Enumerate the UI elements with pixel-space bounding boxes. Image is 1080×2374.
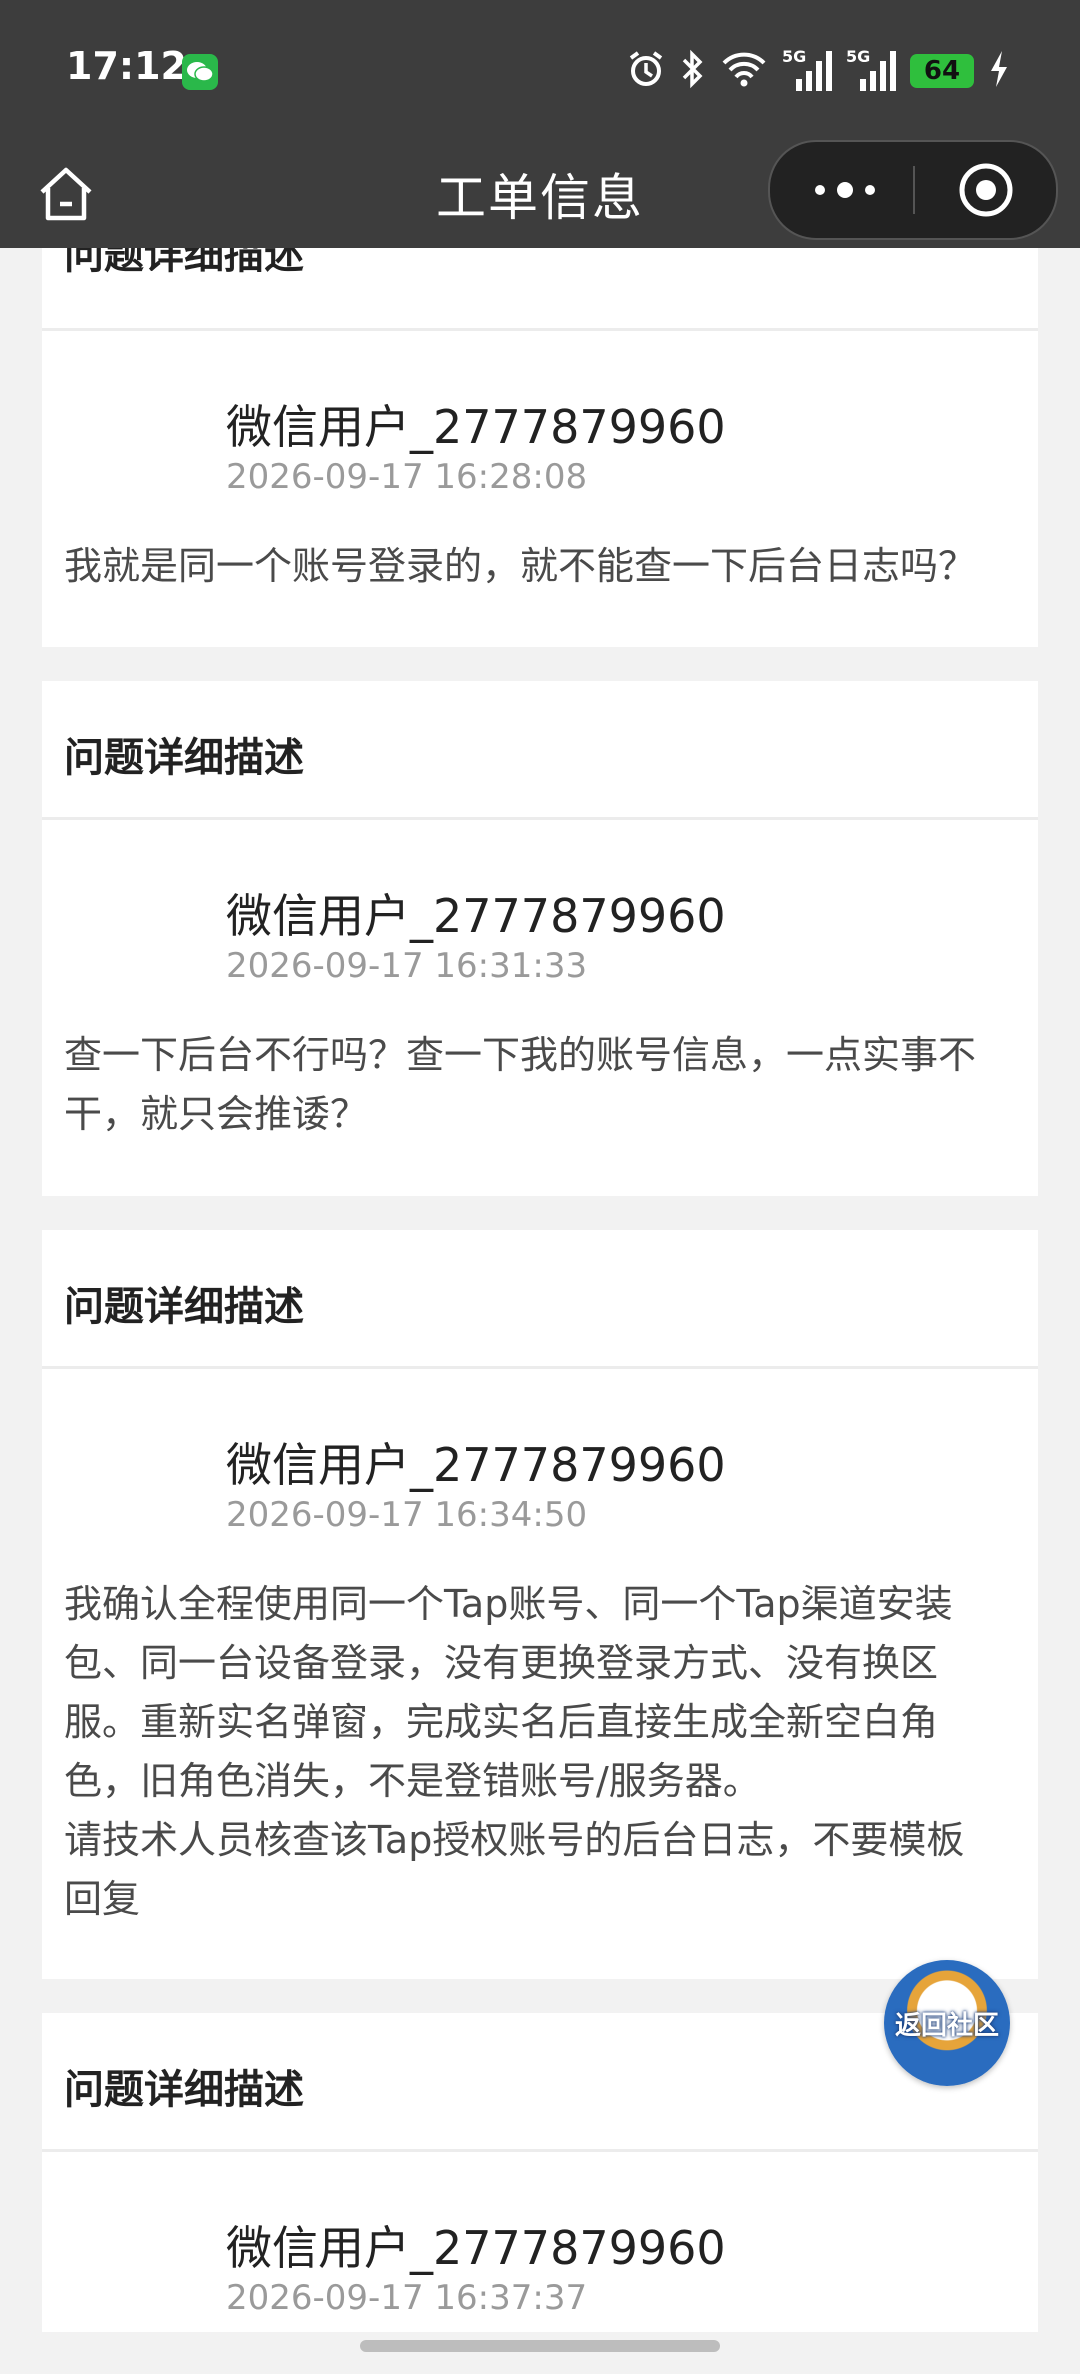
message-text: 查一下后台不行吗？查一下我的账号信息，一点实事不干，就只会推诿？ <box>64 1033 977 1136</box>
message-time: 2026-09-17 16:31:33 <box>226 946 588 986</box>
alarm-icon <box>626 49 666 93</box>
wechat-notification-icon <box>182 54 218 90</box>
message-user: 微信用户_2777879960 <box>226 400 726 454</box>
more-icon[interactable] <box>810 172 880 208</box>
message-time: 2026-09-17 16:28:08 <box>226 457 588 497</box>
message-time: 2026-09-17 16:34:50 <box>226 1495 588 1535</box>
section-title: 问题详细描述 <box>64 248 304 278</box>
section-header: 问题详细描述 <box>42 248 1038 328</box>
message-item: 微信用户_2777879960 2026-09-17 16:37:37 <box>42 2152 1038 2332</box>
battery-indicator: 64 <box>910 54 974 88</box>
message-item: 微信用户_2777879960 2026-09-17 16:31:33 查一下后… <box>42 820 1038 1196</box>
nav-bar: 工单信息 <box>0 140 1080 248</box>
status-icons: 5G 5G 64 <box>626 46 1010 96</box>
signal-5g-icon-1: 5G <box>782 47 832 93</box>
return-to-community-label: 返回社区 <box>894 2010 999 2041</box>
message-text: 我确认全程使用同一个Tap账号、同一个Tap渠道安装包、同一台设备登录，没有更换… <box>64 1582 965 1921</box>
message-user: 微信用户_2777879960 <box>226 2221 726 2275</box>
section-title: 问题详细描述 <box>64 1284 304 1330</box>
message-time: 2026-09-17 16:37:37 <box>226 2278 588 2318</box>
signal-5g-icon-2: 5G <box>846 47 896 93</box>
home-indicator[interactable] <box>360 2340 720 2352</box>
message-user: 微信用户_2777879960 <box>226 1438 726 1492</box>
return-to-community-button[interactable]: 返回社区 <box>884 1960 1010 2086</box>
status-bar: 17:12 5G 5G 64 <box>0 0 1080 140</box>
section-header: 问题详细描述 <box>42 1230 1038 1366</box>
charging-icon <box>988 49 1010 93</box>
message-item: 微信用户_2777879960 2026-09-17 16:34:50 我确认全… <box>42 1369 1038 1979</box>
wifi-icon <box>720 49 768 93</box>
status-time: 17:12 <box>66 44 187 88</box>
message-item: 微信用户_2777879960 2026-09-17 16:28:08 我就是同… <box>42 331 1038 647</box>
section-title: 问题详细描述 <box>64 735 304 781</box>
mini-program-capsule <box>768 140 1058 240</box>
section-title: 问题详细描述 <box>64 2067 304 2113</box>
message-text: 我就是同一个账号登录的，就不能查一下后台日志吗？ <box>64 544 977 588</box>
section-header: 问题详细描述 <box>42 681 1038 817</box>
close-mini-program-icon[interactable] <box>956 160 1016 220</box>
message-user: 微信用户_2777879960 <box>226 889 726 943</box>
bluetooth-icon <box>680 49 706 93</box>
